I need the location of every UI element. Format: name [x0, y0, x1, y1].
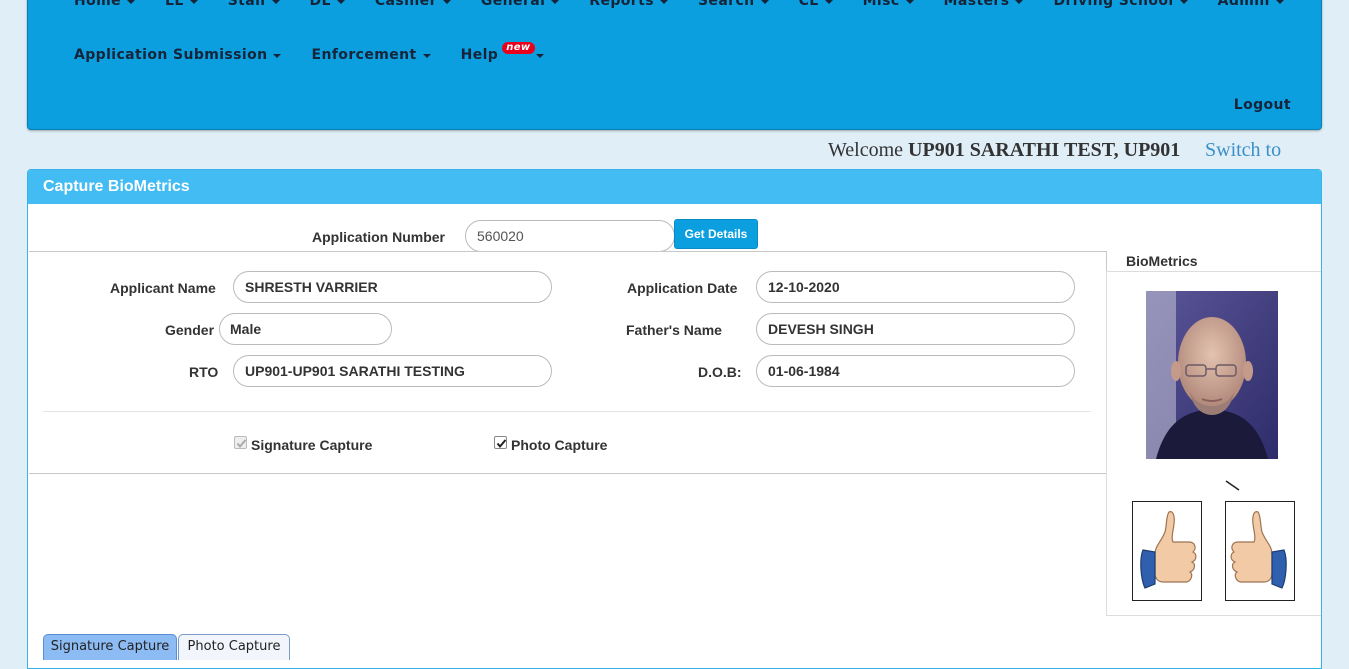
nav-item-label: Application Submission: [74, 47, 268, 63]
welcome-text: Welcome UP901 SARATHI TEST, UP901: [828, 139, 1180, 162]
thumbs-up-icon: [1230, 511, 1287, 589]
nav-item-label: Home: [74, 0, 122, 9]
application-number-label: Application Number: [312, 229, 446, 245]
dob-label: D.O.B:: [698, 364, 742, 380]
caret-down-icon: [905, 0, 914, 4]
nav-item-enforcement[interactable]: Enforcement: [311, 47, 431, 63]
welcome-prefix: Welcome: [828, 139, 904, 161]
get-details-button[interactable]: Get Details: [674, 219, 758, 249]
nav-item-cl[interactable]: CL: [799, 0, 833, 9]
nav-row-1: Home LL Stall DL Cashier General Reports Search…: [74, 0, 1314, 9]
nav-item-label: Misc: [862, 0, 900, 9]
caret-down-icon: [127, 0, 136, 4]
caret-down-icon: [422, 54, 431, 58]
check-icon: [496, 439, 507, 449]
rto-field[interactable]: UP901-UP901 SARATHI TESTING: [233, 355, 552, 387]
nav-item-label: CL: [798, 0, 819, 9]
panel-title: Capture BioMetrics: [28, 170, 1321, 204]
nav-item-masters[interactable]: Masters: [944, 0, 1024, 9]
nav-item-label: Admin: [1217, 0, 1270, 9]
signature-capture-label: Signature Capture: [251, 437, 373, 453]
nav-item-label: Search: [697, 0, 755, 9]
photo-capture-checkbox[interactable]: [494, 436, 507, 449]
applicant-photo: [1146, 291, 1278, 459]
caret-down-icon: [535, 54, 544, 58]
gender-field[interactable]: Male: [219, 313, 392, 345]
nav-item-label: Masters: [943, 0, 1010, 9]
caret-down-icon: [760, 0, 769, 4]
nav-item-application-submission[interactable]: Application Submission: [74, 47, 282, 63]
rto-label: RTO: [189, 364, 219, 380]
nav-item-home[interactable]: Home: [74, 0, 136, 9]
nav-item-label: Help: [460, 47, 499, 63]
switch-to-link[interactable]: Switch to: [1205, 139, 1281, 162]
nav-item-reports[interactable]: Reports: [589, 0, 668, 9]
nav-item-stall[interactable]: Stall: [228, 0, 280, 9]
tab-photo-capture[interactable]: Photo Capture: [178, 634, 290, 660]
nav-item-ll[interactable]: LL: [165, 0, 198, 9]
nav-item-label: Driving School: [1053, 0, 1174, 9]
caret-down-icon: [1179, 0, 1188, 4]
nav-row-2: Application Submission Enforcement Help new: [74, 42, 574, 63]
logout-link[interactable]: Logout: [1234, 97, 1291, 113]
fathers-name-field[interactable]: DEVESH SINGH: [756, 313, 1075, 345]
welcome-user: UP901 SARATHI TEST, UP901: [908, 139, 1181, 161]
nav-item-misc[interactable]: Misc: [863, 0, 914, 9]
left-thumb-capture[interactable]: [1132, 501, 1202, 601]
nav-item-label: DL: [309, 0, 331, 9]
nav-item-label: Cashier: [374, 0, 437, 9]
caret-down-icon: [442, 0, 451, 4]
nav-item-label: Reports: [589, 0, 654, 9]
caret-down-icon: [273, 54, 282, 58]
new-badge: new: [502, 42, 535, 54]
stray-mark-icon: [1225, 480, 1240, 491]
fathers-name-label: Father's Name: [626, 322, 722, 338]
nav-item-cashier[interactable]: Cashier: [375, 0, 451, 9]
nav-item-label: Stall: [227, 0, 266, 9]
nav-item-general[interactable]: General: [480, 0, 560, 9]
thumbs-up-icon: [1140, 511, 1197, 589]
nav-item-label: General: [480, 0, 546, 9]
caret-down-icon: [1015, 0, 1024, 4]
caret-down-icon: [551, 0, 560, 4]
gender-label: Gender: [165, 322, 215, 338]
caret-down-icon: [1275, 0, 1284, 4]
application-number-input[interactable]: 560020: [465, 220, 675, 252]
biometrics-title: BioMetrics: [1126, 253, 1198, 269]
photo-capture-label: Photo Capture: [511, 437, 608, 453]
nav-item-help[interactable]: Help new: [460, 42, 544, 63]
applicant-name-field[interactable]: SHRESTH VARRIER: [233, 271, 552, 303]
application-date-field[interactable]: 12-10-2020: [756, 271, 1075, 303]
capture-biometrics-panel: Capture BioMetrics Application Number 56…: [27, 169, 1322, 669]
application-date-label: Application Date: [627, 280, 738, 296]
nav-item-search[interactable]: Search: [698, 0, 769, 9]
divider: [43, 411, 1091, 412]
applicant-name-label: Applicant Name: [110, 280, 216, 296]
caret-down-icon: [659, 0, 668, 4]
caret-down-icon: [189, 0, 198, 4]
person-photo-icon: [1146, 291, 1278, 459]
caret-down-icon: [336, 0, 345, 4]
nav-item-label: Enforcement: [311, 47, 417, 63]
signature-capture-checkbox[interactable]: [234, 436, 247, 449]
tab-signature-capture[interactable]: Signature Capture: [43, 634, 177, 660]
nav-item-admin[interactable]: Admin: [1218, 0, 1284, 9]
caret-down-icon: [824, 0, 833, 4]
dob-field[interactable]: 01-06-1984: [756, 355, 1075, 387]
top-navbar: Home LL Stall DL Cashier General Reports Search…: [27, 0, 1322, 130]
right-thumb-capture[interactable]: [1225, 501, 1295, 601]
check-icon: [236, 439, 247, 449]
nav-item-driving-school[interactable]: Driving School: [1053, 0, 1188, 9]
nav-item-label: LL: [165, 0, 184, 9]
caret-down-icon: [271, 0, 280, 4]
nav-item-dl[interactable]: DL: [310, 0, 345, 9]
